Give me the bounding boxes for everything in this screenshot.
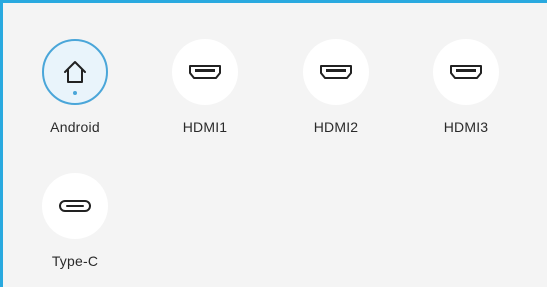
hdmi-port-icon <box>189 65 221 79</box>
source-hdmi1[interactable]: HDMI1 <box>150 39 260 149</box>
hdmi-port-icon <box>450 65 482 79</box>
source-label: Android <box>50 119 100 135</box>
home-icon <box>64 61 86 83</box>
source-label: HDMI3 <box>443 119 489 135</box>
source-hdmi2[interactable]: HDMI2 <box>281 39 391 149</box>
usb-c-port-icon <box>59 200 91 212</box>
selected-indicator-dot <box>73 91 77 95</box>
source-type-c-circle <box>42 173 108 239</box>
input-source-panel: Android HDMI1 HDMI2 HDMI3 Type-C <box>0 0 547 287</box>
source-hdmi1-circle <box>172 39 238 105</box>
source-hdmi3[interactable]: HDMI3 <box>411 39 521 149</box>
source-hdmi2-circle <box>303 39 369 105</box>
source-hdmi3-circle <box>433 39 499 105</box>
source-label: HDMI1 <box>182 119 228 135</box>
source-type-c[interactable]: Type-C <box>20 173 130 283</box>
hdmi-port-icon <box>320 65 352 79</box>
source-label: Type-C <box>51 253 99 269</box>
source-android[interactable]: Android <box>20 39 130 149</box>
source-android-circle <box>42 39 108 105</box>
source-label: HDMI2 <box>313 119 359 135</box>
